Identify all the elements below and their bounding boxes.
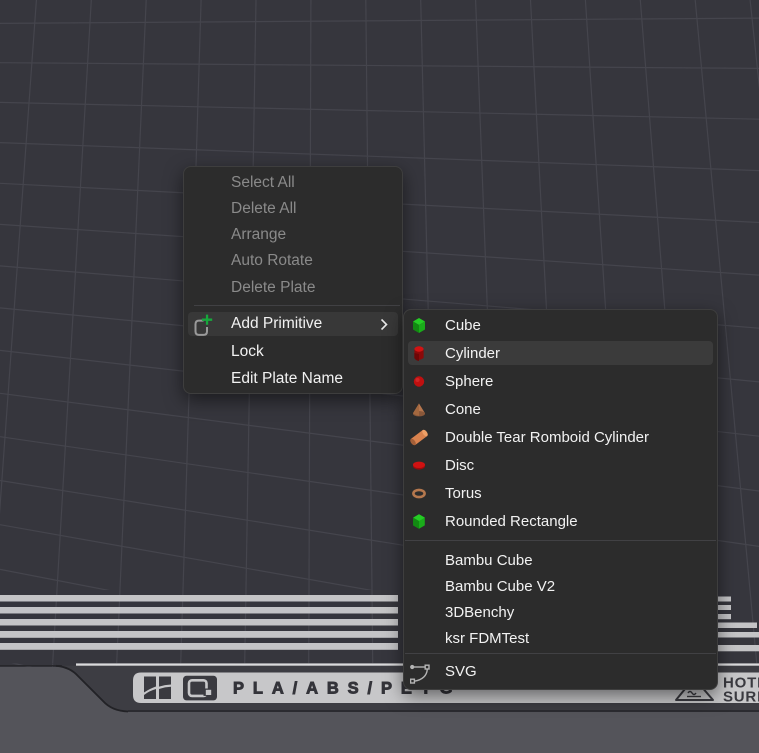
svg-text:SURF: SURF [723, 689, 759, 706]
